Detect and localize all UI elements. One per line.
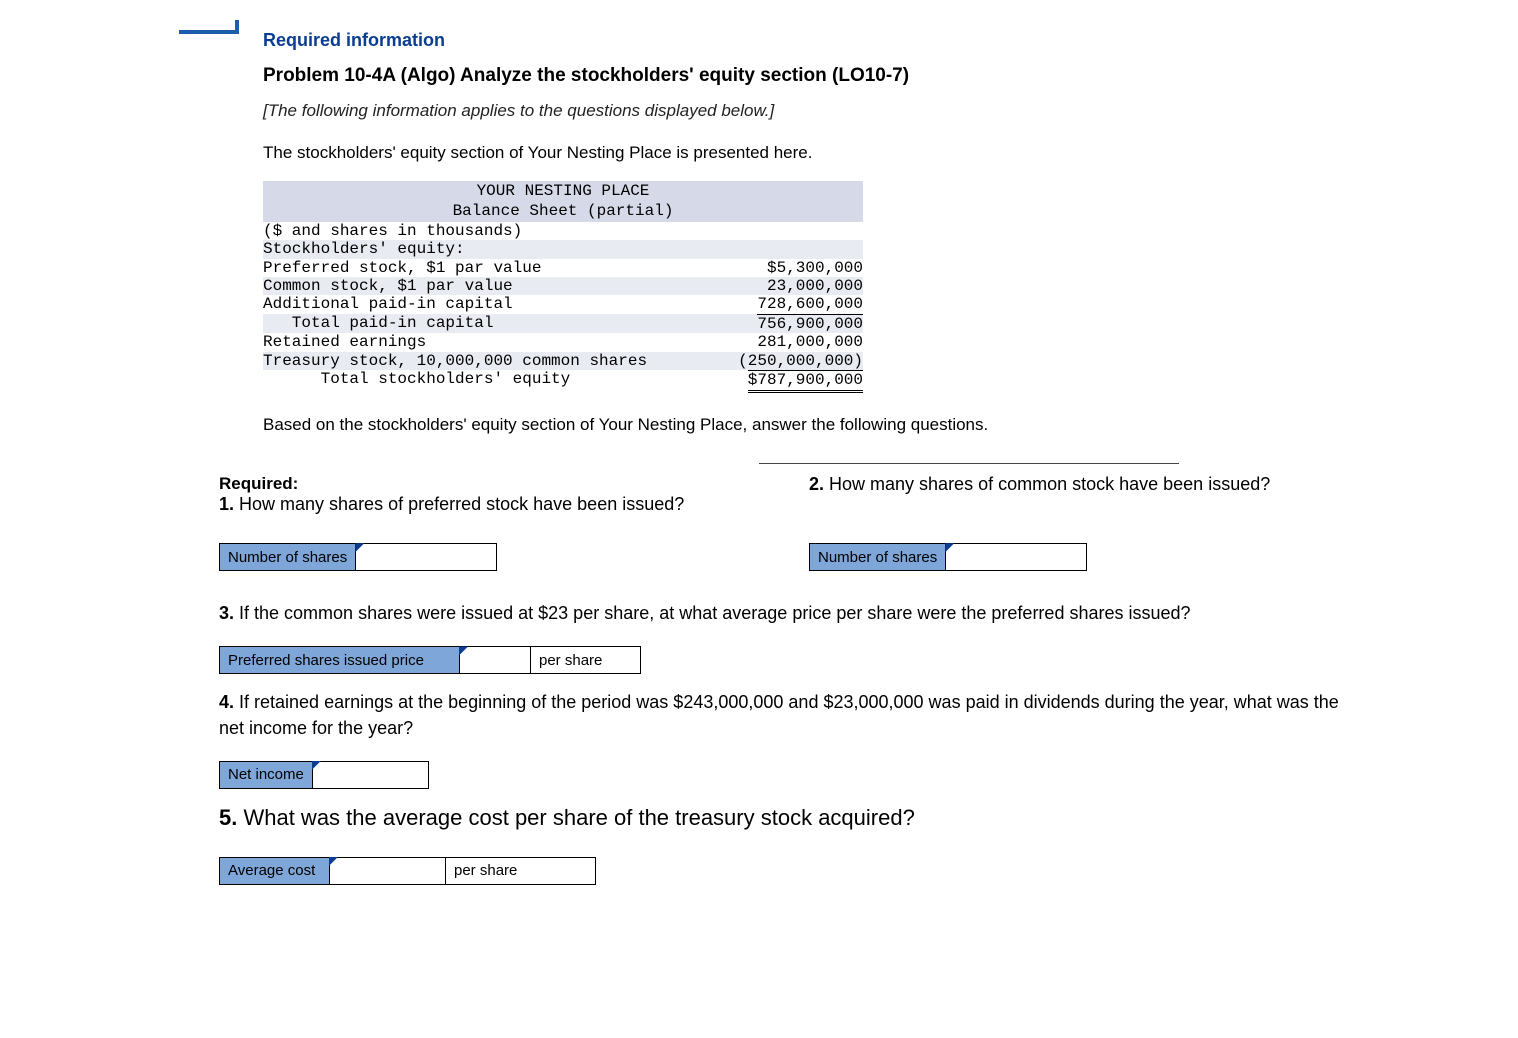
- bs-section: Stockholders' equity:: [263, 240, 465, 258]
- q5-answer-suffix: per share: [445, 858, 595, 884]
- bs-row-value: $5,300,000: [767, 259, 863, 277]
- section-indicator: [179, 20, 239, 34]
- q5-answer-input[interactable]: [330, 858, 445, 884]
- q2-answer-group: Number of shares: [809, 543, 1087, 571]
- q4-answer-label: Net income: [220, 762, 313, 788]
- question-5-text: 5. What was the average cost per share o…: [219, 805, 1359, 831]
- question-4-text: 4. If retained earnings at the beginning…: [219, 690, 1359, 740]
- balance-sheet-table: YOUR NESTING PLACE Balance Sheet (partia…: [263, 181, 863, 393]
- bs-row-value: (250,000,000): [738, 352, 863, 370]
- q3-answer-group: Preferred shares issued price per share: [219, 646, 641, 674]
- q1-answer-label: Number of shares: [220, 544, 356, 570]
- question-1-text: 1. How many shares of preferred stock ha…: [219, 494, 759, 515]
- bs-row-label: Preferred stock, $1 par value: [263, 259, 541, 277]
- bs-row-label: Retained earnings: [263, 333, 426, 351]
- problem-title: Problem 10-4A (Algo) Analyze the stockho…: [263, 65, 1359, 87]
- question-2-text: 2. How many shares of common stock have …: [809, 474, 1359, 495]
- bs-row-value: 728,600,000: [757, 295, 863, 313]
- intro-text: The stockholders' equity section of Your…: [263, 143, 1359, 163]
- page-container: Required information Problem 10-4A (Algo…: [119, 20, 1399, 921]
- q2-answer-input[interactable]: [946, 544, 1086, 570]
- divider-line: [759, 463, 1179, 464]
- bs-row-label: Total stockholders' equity: [263, 370, 570, 393]
- question-3-text: 3. If the common shares were issued at $…: [219, 601, 1359, 626]
- q1-answer-input[interactable]: [356, 544, 496, 570]
- q2-answer-label: Number of shares: [810, 544, 946, 570]
- q3-answer-suffix: per share: [530, 647, 640, 673]
- bs-row-label: Treasury stock, 10,000,000 common shares: [263, 352, 647, 370]
- q3-answer-label: Preferred shares issued price: [220, 647, 460, 673]
- q5-answer-group: Average cost per share: [219, 857, 596, 885]
- bs-row-label: Total paid-in capital: [263, 314, 493, 333]
- q3-answer-input[interactable]: [460, 647, 530, 673]
- bs-row-value: 756,900,000: [757, 314, 863, 333]
- bs-note: ($ and shares in thousands): [263, 222, 522, 240]
- based-on-text: Based on the stockholders' equity sectio…: [263, 415, 1359, 435]
- bs-row-value: 23,000,000: [767, 277, 863, 295]
- bs-subtitle: Balance Sheet (partial): [263, 201, 863, 221]
- q4-answer-group: Net income: [219, 761, 429, 789]
- q1-answer-group: Number of shares: [219, 543, 497, 571]
- q5-answer-label: Average cost: [220, 858, 330, 884]
- bs-row-label: Common stock, $1 par value: [263, 277, 513, 295]
- required-label: Required:: [219, 474, 759, 494]
- required-information-heading: Required information: [263, 30, 1359, 51]
- applies-note: [The following information applies to th…: [263, 101, 1359, 121]
- bs-company: YOUR NESTING PLACE: [263, 181, 863, 201]
- bs-row-value: 281,000,000: [757, 333, 863, 351]
- q4-answer-input[interactable]: [313, 762, 428, 788]
- bs-row-label: Additional paid-in capital: [263, 295, 513, 313]
- bs-row-value: $787,900,000: [748, 370, 863, 393]
